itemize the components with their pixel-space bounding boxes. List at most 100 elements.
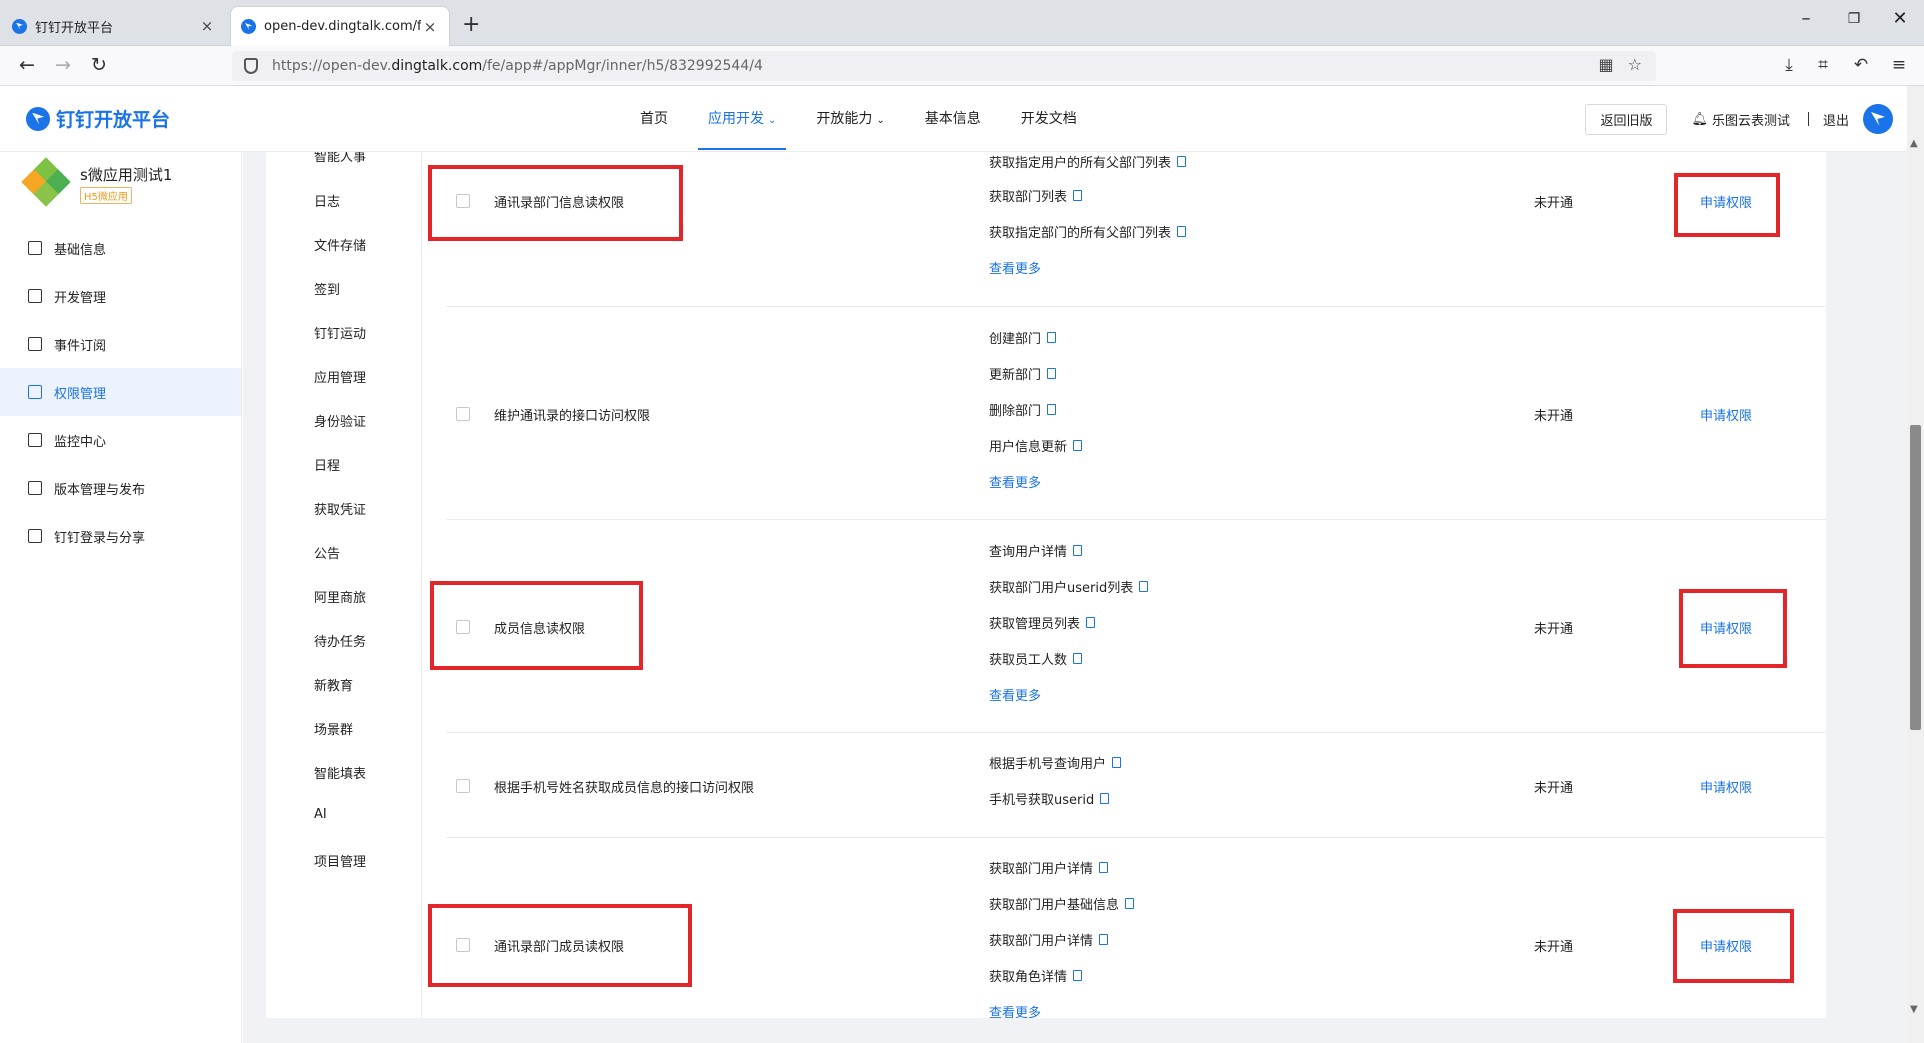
category-item[interactable]: 日程 (314, 455, 340, 474)
back-icon[interactable]: ← (14, 54, 40, 76)
bell-icon[interactable]: 🔔︎ (1691, 112, 1708, 127)
bookmark-star-icon[interactable]: ☆ (1628, 55, 1642, 74)
undo-icon[interactable]: ↶ (1848, 55, 1874, 75)
close-tab-icon[interactable]: × (198, 17, 216, 35)
category-item[interactable]: 签到 (314, 279, 340, 298)
api-name: 获取指定部门的所有父部门列表 (989, 226, 1172, 241)
category-item[interactable]: 场景群 (314, 719, 353, 738)
view-more-link[interactable]: 查看更多 (989, 685, 1041, 704)
status-text: 未开通 (1534, 196, 1574, 211)
reload-icon[interactable]: ↻ (86, 54, 112, 76)
layers-icon (28, 481, 42, 495)
org-name[interactable]: 乐图云表测试 (1712, 110, 1790, 129)
doc-icon (1073, 190, 1083, 201)
category-item[interactable]: 项目管理 (314, 851, 366, 870)
view-more-link[interactable]: 查看更多 (989, 472, 1041, 491)
permission-name: 维护通讯录的接口访问权限 (494, 409, 651, 424)
api-item[interactable]: 获取员工人数 (989, 649, 1083, 668)
crop-icon[interactable]: ⌗ (1810, 55, 1836, 75)
category-item[interactable]: 文件存储 (314, 235, 366, 254)
api-item[interactable]: 用户信息更新 (989, 436, 1083, 455)
category-item[interactable]: 应用管理 (314, 367, 366, 386)
nav-dev-docs[interactable]: 开发文档 (1001, 86, 1097, 152)
category-item[interactable]: 钉钉运动 (314, 323, 366, 342)
view-more-link[interactable]: 查看更多 (989, 1002, 1041, 1018)
dingtalk-favicon-icon (241, 19, 256, 34)
doc-icon (1099, 862, 1109, 873)
restore-icon[interactable]: ❐ (1834, 11, 1874, 27)
highlight-box (1674, 173, 1780, 237)
sidebar-item-label: 事件订阅 (54, 338, 107, 354)
nav-app-dev[interactable]: 应用开发 ⌄ (688, 86, 796, 152)
permission-checkbox[interactable] (456, 407, 470, 421)
category-item[interactable]: 阿里商旅 (314, 587, 366, 606)
api-item[interactable]: 获取部门列表 (989, 186, 1083, 205)
old-version-button[interactable]: 返回旧版 (1585, 103, 1668, 135)
permission-checkbox[interactable] (456, 779, 470, 793)
api-item[interactable]: 获取指定用户的所有父部门列表 (989, 152, 1187, 171)
api-item[interactable]: 获取部门用户详情 (989, 858, 1109, 877)
nav-open-capability[interactable]: 开放能力 ⌄ (796, 86, 904, 152)
dingtalk-logo[interactable]: 钉钉开放平台 (26, 105, 170, 132)
api-item[interactable]: 查询用户详情 (989, 541, 1083, 560)
sidebar-item-event-subscribe[interactable]: 事件订阅 (0, 320, 241, 368)
category-item[interactable]: 待办任务 (314, 631, 366, 650)
scrollbar-thumb[interactable] (1910, 425, 1921, 730)
scroll-down-icon[interactable]: ▼ (1910, 1004, 1918, 1015)
sidebar-item-login-share[interactable]: 钉钉登录与分享 (0, 512, 241, 560)
minimize-icon[interactable]: – (1786, 8, 1826, 29)
sidebar-item-permissions[interactable]: 权限管理 (0, 368, 241, 416)
sidebar-item-basic-info[interactable]: 基础信息 (0, 224, 241, 272)
logout-link[interactable]: 退出 (1823, 110, 1849, 129)
scroll-up-icon[interactable]: ▲ (1910, 138, 1918, 149)
api-item[interactable]: 获取指定部门的所有父部门列表 (989, 222, 1187, 241)
category-item[interactable]: 智能填表 (314, 763, 366, 782)
sidebar-item-version-release[interactable]: 版本管理与发布 (0, 464, 241, 512)
category-item[interactable]: 公告 (314, 543, 340, 562)
qr-code-icon[interactable]: ▦ (1599, 55, 1614, 74)
category-item[interactable]: AI (314, 807, 327, 822)
sidebar-item-dev-manage[interactable]: 开发管理 (0, 272, 241, 320)
category-item[interactable]: 新教育 (314, 675, 353, 694)
category-item[interactable]: 智能人事 (314, 152, 366, 165)
sidebar-item-label: 权限管理 (54, 386, 107, 402)
share-icon (28, 529, 42, 543)
new-tab-icon[interactable]: + (462, 12, 480, 37)
nav-basic-info[interactable]: 基本信息 (905, 86, 1001, 152)
forward-icon[interactable]: → (50, 54, 76, 76)
api-name: 创建部门 (989, 332, 1042, 347)
nav-home[interactable]: 首页 (620, 86, 688, 152)
download-icon[interactable]: ⤓ (1776, 55, 1802, 75)
window-close-icon[interactable]: ✕ (1880, 8, 1920, 29)
nav-label: 开放能力 (816, 111, 873, 127)
api-name: 获取部门用户详情 (989, 862, 1094, 877)
url-field[interactable]: https://open-dev. dingtalk.com/fe/app#/ap… (232, 51, 1656, 81)
apply-permission-link[interactable]: 申请权限 (1700, 405, 1752, 424)
api-item[interactable]: 根据手机号查询用户 (989, 753, 1122, 772)
avatar[interactable] (1863, 104, 1893, 134)
category-item[interactable]: 获取凭证 (314, 499, 366, 518)
browser-tab-2[interactable]: open-dev.dingtalk.com/fe/app × (230, 6, 450, 46)
apply-permission-link[interactable]: 申请权限 (1700, 777, 1752, 796)
api-item[interactable]: 更新部门 (989, 364, 1057, 383)
highlight-box (428, 165, 683, 241)
api-item[interactable]: 获取部门用户详情 (989, 930, 1109, 949)
api-item[interactable]: 获取部门用户userid列表 (989, 577, 1149, 596)
nav-label: 首页 (640, 111, 668, 127)
status-text: 未开通 (1534, 409, 1574, 424)
api-item[interactable]: 删除部门 (989, 400, 1057, 419)
browser-tab-1[interactable]: 钉钉开放平台 × (2, 6, 226, 46)
doc-icon (1047, 404, 1057, 415)
api-item[interactable]: 手机号获取userid (989, 789, 1110, 808)
api-item[interactable]: 获取角色详情 (989, 966, 1083, 985)
category-item[interactable]: 日志 (314, 191, 340, 210)
api-item[interactable]: 获取部门用户基础信息 (989, 894, 1135, 913)
view-more-link[interactable]: 查看更多 (989, 258, 1041, 277)
api-item[interactable]: 获取管理员列表 (989, 613, 1096, 632)
menu-icon[interactable]: ≡ (1886, 55, 1912, 75)
close-tab-icon[interactable]: × (421, 18, 439, 36)
api-item[interactable]: 创建部门 (989, 328, 1057, 347)
sidebar-item-monitoring[interactable]: 监控中心 (0, 416, 241, 464)
category-item[interactable]: 身份验证 (314, 411, 366, 430)
highlight-box (1673, 909, 1794, 983)
